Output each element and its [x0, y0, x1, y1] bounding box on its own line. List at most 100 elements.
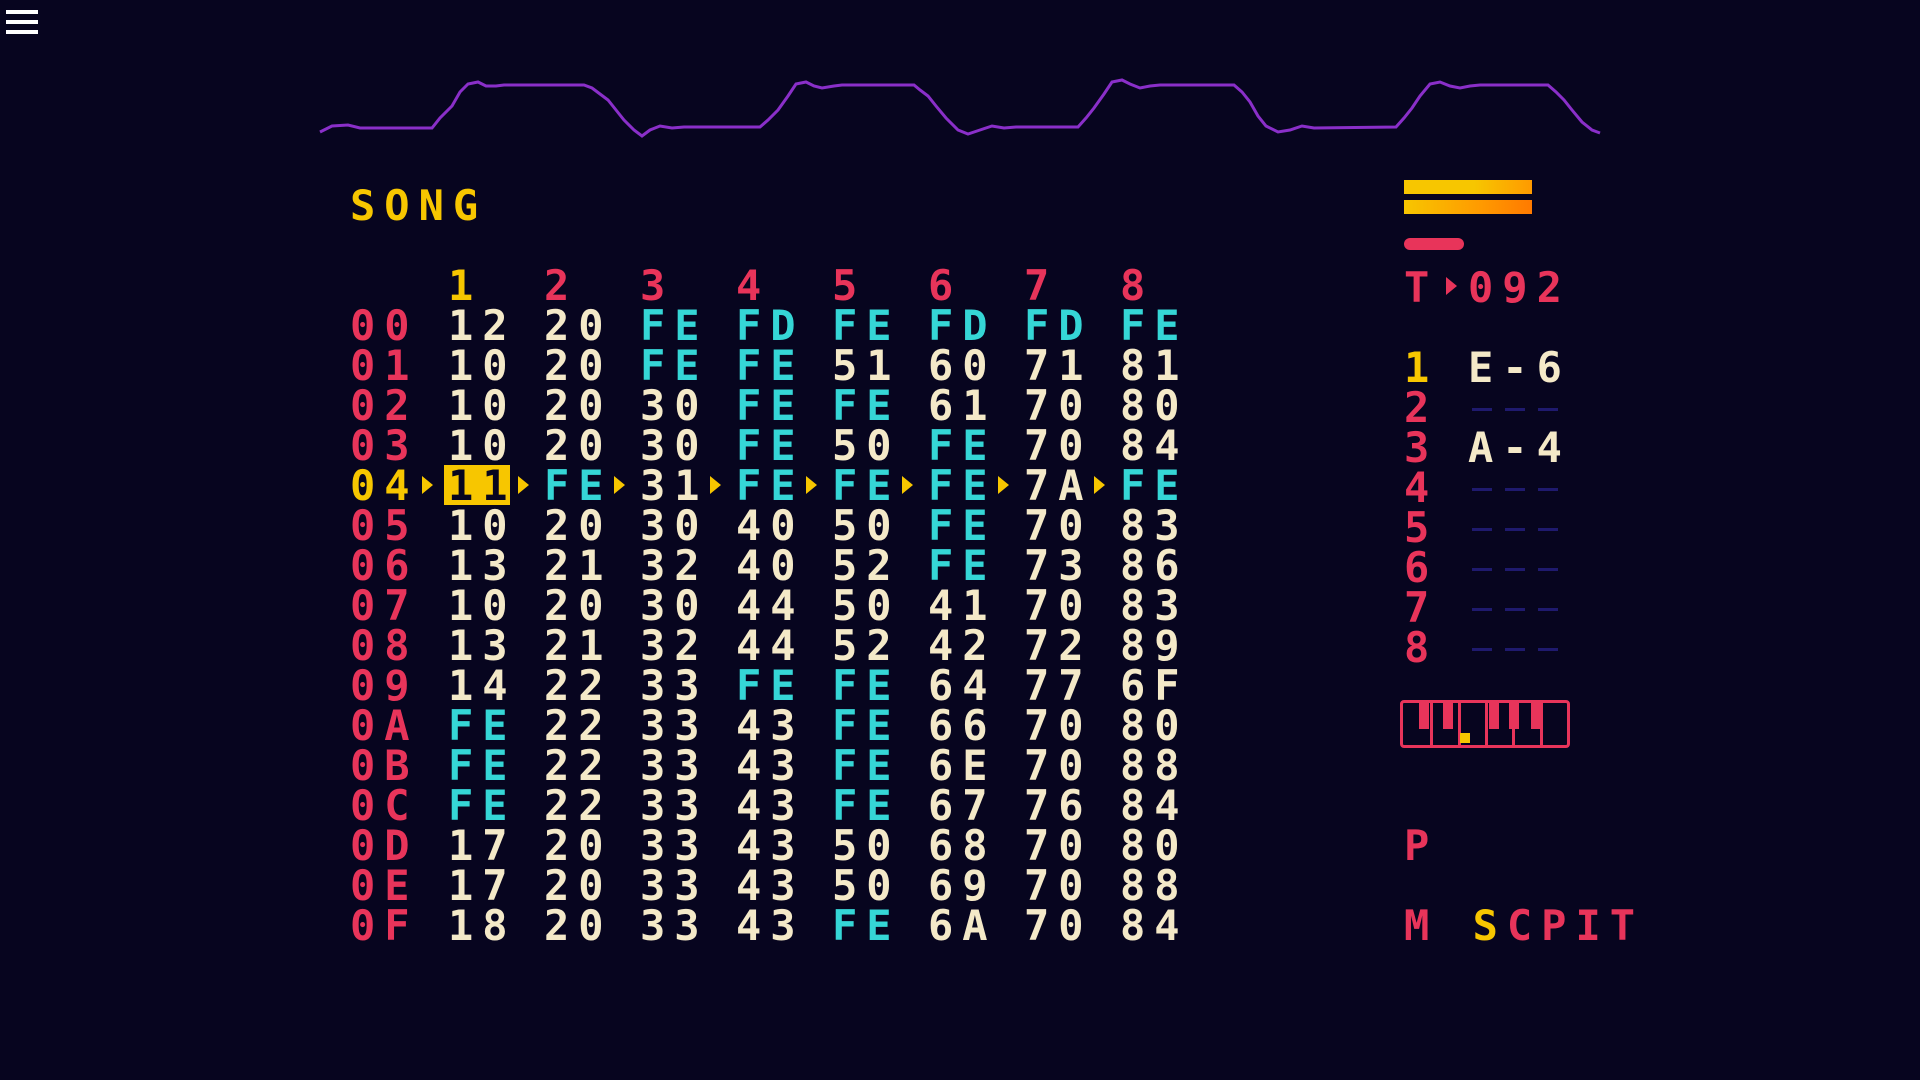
- column-header-5[interactable]: 5: [832, 265, 866, 307]
- column-header-1[interactable]: 1: [448, 265, 482, 307]
- mode-scpit[interactable]: SCPIT: [1404, 866, 1644, 947]
- pattern-cell[interactable]: 70: [1024, 505, 1104, 547]
- pattern-cell[interactable]: 80: [1120, 705, 1200, 747]
- pattern-cell[interactable]: 50: [832, 585, 912, 627]
- pattern-cell[interactable]: 68: [928, 825, 1008, 867]
- pattern-cell[interactable]: 32: [640, 545, 720, 587]
- pattern-cell[interactable]: FD: [1024, 305, 1104, 347]
- pattern-cell[interactable]: 33: [640, 785, 720, 827]
- pattern-cell[interactable]: FE: [736, 465, 816, 507]
- channel-number[interactable]: 8: [1404, 627, 1438, 669]
- pattern-cell[interactable]: 70: [1024, 905, 1104, 947]
- mode-p[interactable]: P: [1404, 825, 1438, 867]
- pattern-cell[interactable]: 50: [832, 865, 912, 907]
- pattern-cell[interactable]: 30: [640, 425, 720, 467]
- pattern-cell[interactable]: 33: [640, 825, 720, 867]
- pattern-cell[interactable]: 84: [1120, 905, 1200, 947]
- column-header-8[interactable]: 8: [1120, 265, 1154, 307]
- pattern-cell[interactable]: 81: [1120, 345, 1200, 387]
- pattern-cell[interactable]: FE: [736, 385, 816, 427]
- pattern-cell[interactable]: 33: [640, 705, 720, 747]
- pattern-cell[interactable]: 77: [1024, 665, 1104, 707]
- pattern-cell[interactable]: 52: [832, 625, 912, 667]
- pattern-cell[interactable]: 44: [736, 585, 816, 627]
- channel-number[interactable]: 3: [1404, 427, 1438, 469]
- pattern-cell[interactable]: 22: [544, 785, 624, 827]
- pattern-cell[interactable]: 67: [928, 785, 1008, 827]
- pattern-cell[interactable]: 33: [640, 665, 720, 707]
- pattern-cell[interactable]: 33: [640, 745, 720, 787]
- pattern-cell[interactable]: 30: [640, 585, 720, 627]
- pattern-cell[interactable]: 43: [736, 865, 816, 907]
- column-header-2[interactable]: 2: [544, 265, 578, 307]
- pattern-cell[interactable]: FE: [928, 545, 1008, 587]
- pattern-cell[interactable]: FE: [832, 905, 912, 947]
- pattern-cell[interactable]: 17: [448, 865, 528, 907]
- pattern-cell[interactable]: 41: [928, 585, 1008, 627]
- pattern-cell[interactable]: 52: [832, 545, 912, 587]
- pattern-cell[interactable]: 20: [544, 305, 624, 347]
- channel-number[interactable]: 1: [1404, 347, 1438, 389]
- channel-number[interactable]: 5: [1404, 507, 1438, 549]
- pattern-cell[interactable]: FE: [832, 705, 912, 747]
- pattern-cell[interactable]: 17: [448, 825, 528, 867]
- pattern-cell[interactable]: 80: [1120, 385, 1200, 427]
- column-header-3[interactable]: 3: [640, 265, 674, 307]
- pattern-cell[interactable]: FE: [928, 505, 1008, 547]
- pattern-cell[interactable]: 88: [1120, 745, 1200, 787]
- pattern-cell[interactable]: 73: [1024, 545, 1104, 587]
- pattern-cell[interactable]: 20: [544, 425, 624, 467]
- pattern-cell[interactable]: 30: [640, 505, 720, 547]
- column-header-6[interactable]: 6: [928, 265, 962, 307]
- pattern-cell[interactable]: 70: [1024, 865, 1104, 907]
- pattern-cell[interactable]: FE: [448, 785, 528, 827]
- pattern-cell[interactable]: 40: [736, 545, 816, 587]
- pattern-cell[interactable]: FE: [736, 345, 816, 387]
- column-header-7[interactable]: 7: [1024, 265, 1058, 307]
- pattern-cell[interactable]: FE: [736, 425, 816, 467]
- pattern-cell[interactable]: 43: [736, 705, 816, 747]
- pattern-cell[interactable]: 70: [1024, 825, 1104, 867]
- pattern-cell[interactable]: 32: [640, 625, 720, 667]
- pattern-cell[interactable]: 51: [832, 345, 912, 387]
- pattern-cell[interactable]: 86: [1120, 545, 1200, 587]
- pattern-cell[interactable]: 43: [736, 905, 816, 947]
- pattern-cell[interactable]: 61: [928, 385, 1008, 427]
- pattern-cell[interactable]: 10: [448, 585, 528, 627]
- pattern-cell[interactable]: 70: [1024, 585, 1104, 627]
- column-header-4[interactable]: 4: [736, 265, 770, 307]
- channel-number[interactable]: 4: [1404, 467, 1438, 509]
- pattern-cell[interactable]: 84: [1120, 785, 1200, 827]
- pattern-cell[interactable]: 31: [640, 465, 720, 507]
- pattern-cell[interactable]: FE: [928, 465, 1008, 507]
- pattern-cell[interactable]: FE: [832, 745, 912, 787]
- pattern-cell[interactable]: 83: [1120, 585, 1200, 627]
- pattern-cell[interactable]: 20: [544, 385, 624, 427]
- pattern-cell[interactable]: 20: [544, 345, 624, 387]
- pattern-cell[interactable]: 76: [1024, 785, 1104, 827]
- pattern-cell[interactable]: FE: [928, 425, 1008, 467]
- pattern-cell[interactable]: 64: [928, 665, 1008, 707]
- pattern-cell[interactable]: 50: [832, 825, 912, 867]
- pattern-cell[interactable]: 6A: [928, 905, 1008, 947]
- pattern-cell[interactable]: 60: [928, 345, 1008, 387]
- mode-m[interactable]: M: [1404, 905, 1438, 947]
- pattern-cell[interactable]: FE: [1120, 305, 1200, 347]
- pattern-cell[interactable]: 71: [1024, 345, 1104, 387]
- pattern-cell[interactable]: FE: [832, 665, 912, 707]
- tempo-value[interactable]: 092: [1468, 267, 1571, 309]
- pattern-cell[interactable]: 33: [640, 905, 720, 947]
- pattern-cell[interactable]: 22: [544, 745, 624, 787]
- pattern-cell[interactable]: 69: [928, 865, 1008, 907]
- pattern-cell[interactable]: 40: [736, 505, 816, 547]
- pattern-cell[interactable]: FE: [544, 465, 624, 507]
- pattern-cell[interactable]: 10: [448, 425, 528, 467]
- pattern-cell[interactable]: 10: [448, 345, 528, 387]
- pattern-cell[interactable]: FD: [928, 305, 1008, 347]
- pattern-cell[interactable]: 21: [544, 625, 624, 667]
- pattern-cell[interactable]: FE: [640, 345, 720, 387]
- pattern-cell[interactable]: 20: [544, 865, 624, 907]
- pattern-cell[interactable]: 88: [1120, 865, 1200, 907]
- pattern-cell[interactable]: 10: [448, 505, 528, 547]
- pattern-cell[interactable]: FE: [736, 665, 816, 707]
